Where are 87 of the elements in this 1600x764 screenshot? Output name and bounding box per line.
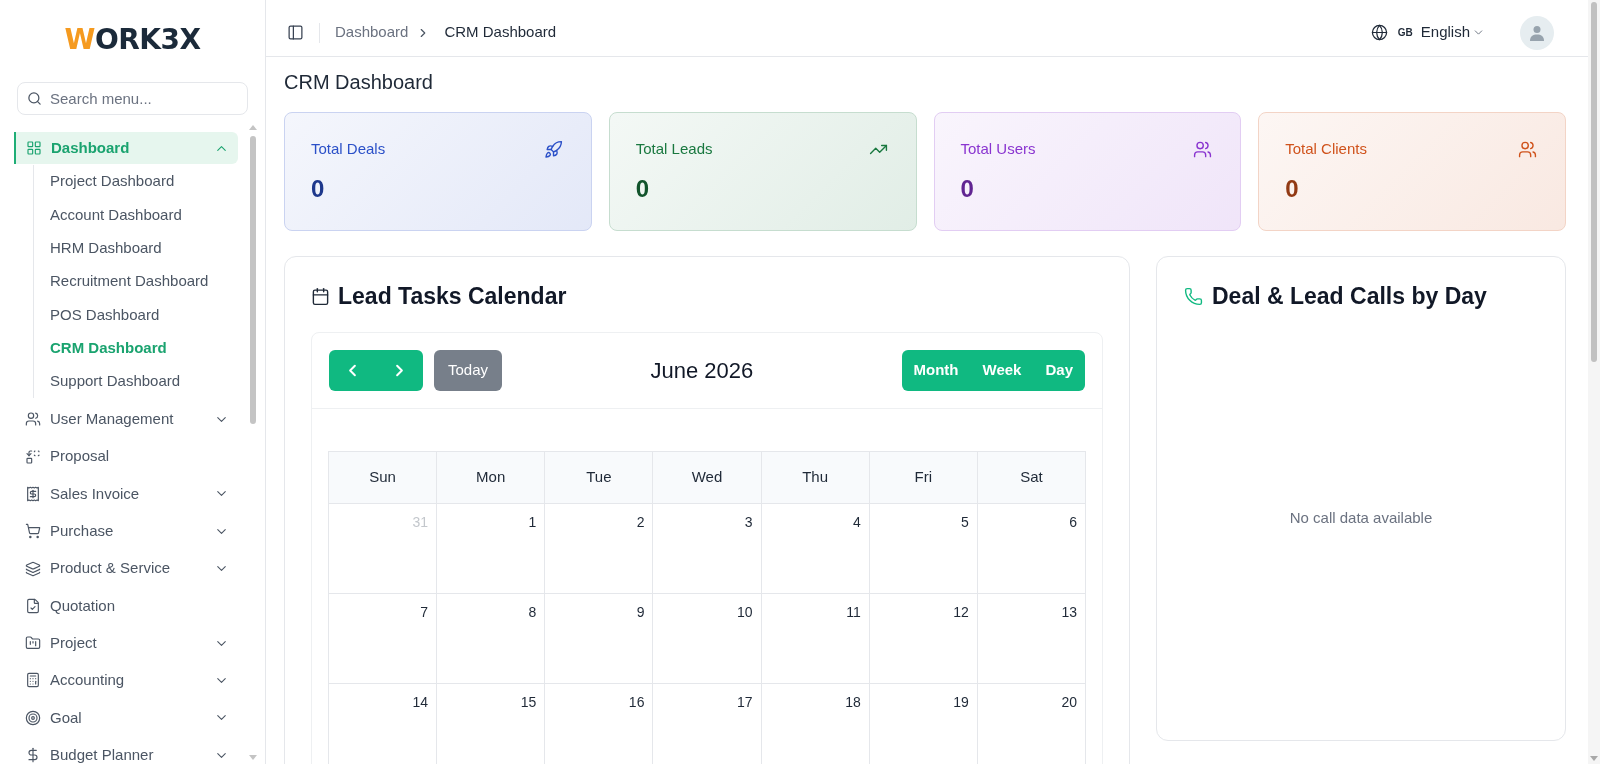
file-check-icon [25, 597, 41, 614]
day-number[interactable]: 14 [412, 693, 429, 711]
menu-item[interactable]: Budget Planner [14, 739, 238, 764]
users-icon [25, 411, 41, 428]
globe-icon [1370, 24, 1388, 41]
stat-value: 0 [635, 174, 650, 204]
weekday-header: Sat [977, 452, 1086, 504]
submenu-item[interactable]: Project Dashboard [50, 165, 238, 199]
scroll-down-arrow-icon[interactable] [249, 755, 257, 760]
weekday-header: Sun [329, 452, 438, 504]
grid-icon [26, 140, 42, 156]
day-number[interactable]: 12 [953, 603, 969, 621]
menu-item[interactable]: Project [14, 627, 238, 660]
breadcrumb-link[interactable]: Dashboard [335, 21, 409, 44]
stat-value: 0 [960, 174, 974, 204]
day-number[interactable]: 3 [744, 513, 753, 531]
menu-item[interactable]: User Management [14, 403, 238, 436]
menu-item[interactable]: Quotation [14, 589, 238, 622]
day-number[interactable]: 16 [628, 693, 645, 711]
next-button[interactable] [376, 350, 423, 391]
brand-logo: WORK3X [64, 26, 201, 54]
day-number[interactable]: 10 [737, 603, 753, 621]
submenu-item[interactable]: HRM Dashboard [50, 231, 238, 265]
language-selector[interactable]: GB English [1370, 21, 1485, 44]
day-number[interactable]: 18 [845, 693, 861, 711]
target-icon [25, 709, 41, 726]
sidebar-toggle-icon[interactable] [287, 24, 304, 41]
weekday-header: Tue [545, 452, 654, 504]
menu-item[interactable]: Goal [14, 701, 238, 734]
scrollbar-thumb[interactable] [1591, 2, 1597, 362]
weekday-header: Thu [761, 452, 870, 504]
stat-value: 0 [311, 174, 325, 204]
card-title: Lead Tasks Calendar [338, 281, 567, 311]
breadcrumb-current: CRM Dashboard [444, 22, 557, 43]
previous-button[interactable] [329, 350, 376, 391]
submenu-item[interactable]: Support Dashboard [50, 364, 238, 399]
search-field[interactable]: Search menu... [17, 82, 248, 115]
stat-value: 0 [1285, 174, 1299, 204]
page-title: CRM Dashboard [284, 70, 434, 95]
calendar-month-title: June 2026 [650, 357, 754, 385]
weekday-header: Fri [869, 452, 978, 504]
scroll-up-arrow-icon[interactable] [249, 125, 257, 130]
dollar-icon [25, 747, 41, 764]
day-number[interactable]: 7 [420, 603, 429, 621]
scroll-down-arrow-icon[interactable] [1590, 756, 1598, 761]
day-number[interactable]: 5 [961, 513, 969, 531]
day-number[interactable]: 4 [852, 513, 861, 531]
receipt-icon [25, 485, 41, 502]
page-scrollbar[interactable] [1588, 0, 1600, 764]
stat-label: Total Clients [1285, 138, 1367, 159]
day-number[interactable]: 6 [1069, 513, 1077, 531]
user-silhouette-icon [1529, 24, 1545, 41]
layers-icon [25, 560, 41, 577]
folder-icon [25, 635, 41, 652]
day-number[interactable]: 8 [528, 603, 537, 621]
day-number[interactable]: 13 [1061, 603, 1077, 621]
card-title: Deal & Lead Calls by Day [1212, 281, 1487, 311]
phone-icon [1184, 286, 1203, 306]
scrollbar-thumb[interactable] [250, 136, 256, 424]
day-number[interactable]: 15 [520, 693, 537, 711]
day-number[interactable]: 1 [528, 513, 537, 531]
stat-label: Total Users [960, 138, 1036, 159]
replace-icon [25, 448, 41, 465]
calculator-icon [25, 672, 41, 689]
submenu-item[interactable]: Recruitment Dashboard [50, 264, 238, 299]
weekday-header: Wed [653, 452, 762, 504]
day-number[interactable]: 11 [846, 603, 861, 621]
menu-item[interactable]: Product & Service [14, 552, 238, 585]
avatar-button[interactable] [1520, 15, 1554, 50]
menu-item[interactable]: Purchase [14, 515, 238, 548]
empty-message: No call data available [1289, 508, 1433, 529]
menu-item[interactable]: Accounting [14, 664, 238, 697]
stat-label: Total Deals [311, 138, 386, 159]
calendar-icon [311, 286, 330, 306]
day-number[interactable]: 2 [636, 513, 645, 531]
day-number[interactable]: 9 [636, 603, 645, 621]
day-number[interactable]: 19 [953, 693, 969, 711]
search-icon [27, 91, 42, 106]
day-number[interactable]: 17 [737, 693, 753, 711]
menu-item[interactable]: Proposal [14, 440, 238, 473]
cart-icon [25, 523, 41, 540]
stat-label: Total Leads [635, 138, 713, 159]
day-number[interactable]: 20 [1061, 693, 1077, 711]
submenu-item[interactable]: Account Dashboard [50, 198, 238, 232]
weekday-header: Mon [437, 452, 546, 504]
menu-item[interactable]: Sales Invoice [14, 477, 238, 510]
submenu-item[interactable]: POS Dashboard [50, 298, 238, 332]
